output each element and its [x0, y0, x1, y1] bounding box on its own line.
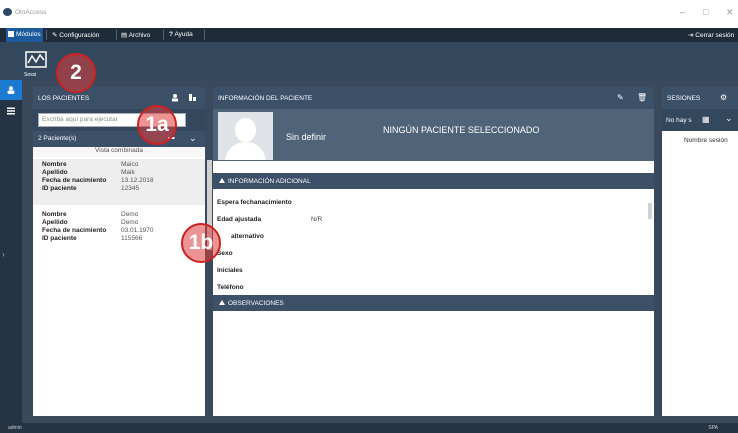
grid-icon — [8, 31, 14, 37]
sessions-filter-row: No hay s ▦ ⌄ — [662, 109, 738, 131]
collapse-arrow-icon[interactable]: › — [2, 250, 5, 259]
trash-icon[interactable]: 🗑 — [637, 93, 647, 102]
minimize-button[interactable]: – — [680, 7, 685, 17]
menu-separator — [163, 30, 164, 40]
patient-list-item[interactable]: Nombre Maico Apellido Maik Fecha de nacimi… — [33, 159, 205, 205]
callout-1b: 1b — [181, 223, 221, 263]
field-label: Iniciales — [217, 267, 243, 274]
scrollbar-thumb[interactable] — [648, 203, 652, 219]
section-additional-info[interactable]: INFORMACIÓN ADICIONAL — [213, 173, 654, 189]
collapse-icon — [219, 300, 225, 305]
patient-list-item[interactable]: Nombre Demo Apellido Demo Fecha de nacimie… — [33, 209, 205, 255]
session-name-column: Nombre sesión — [684, 137, 728, 144]
app-window: OtoAccess – □ ✕ Módulos ✎ Configuración … — [0, 0, 738, 433]
menu-separator — [204, 30, 205, 40]
patient-count-row: 2 Paciente(s) ▬ ⌄ — [33, 131, 205, 147]
menu-separator — [116, 30, 117, 40]
patient-count: 2 Paciente(s) — [38, 135, 77, 142]
chevron-down-icon[interactable]: ⌄ — [725, 113, 733, 124]
menu-modulos[interactable]: Módulos — [8, 31, 41, 38]
section-observations[interactable]: OBSERVACIONES — [213, 295, 654, 311]
sessions-panel: SESIONES ⚙ No hay s ▦ ⌄ Nombre sesión — [662, 87, 738, 416]
ribbon-toolbar — [0, 42, 738, 80]
edit-icon[interactable]: ✎ — [617, 93, 624, 102]
field-label: Edad ajustada — [217, 216, 262, 223]
app-logo-icon — [3, 8, 12, 16]
field-label: alternativo — [231, 233, 264, 240]
field-label: Teléfono — [217, 284, 244, 291]
no-patient-status: NINGÚN PACIENTE SELECCIONADO — [383, 125, 540, 135]
patient-summary — [213, 109, 654, 161]
status-bar: admin SPA — [0, 423, 738, 433]
session-button-label: Sessi — [24, 72, 37, 78]
list-icon[interactable] — [7, 107, 15, 115]
menu-configuracion[interactable]: ✎ Configuración — [52, 31, 99, 39]
sessions-filter[interactable]: No hay s — [666, 117, 692, 124]
chevron-down-icon[interactable]: ⌄ — [189, 133, 197, 144]
menu-archivo[interactable]: ▤ Archivo — [121, 31, 150, 39]
callout-2: 2 — [56, 53, 96, 93]
person-icon[interactable] — [7, 86, 15, 94]
patients-panel: LOS PACIENTES Escriba aquí para ejecutar… — [33, 87, 205, 416]
sort-icon[interactable] — [188, 93, 197, 102]
session-chart-icon[interactable] — [25, 50, 47, 72]
close-button[interactable]: ✕ — [726, 7, 734, 18]
info-panel-header: INFORMACIÓN DEL PACIENTE ✎ 🗑 — [213, 87, 654, 109]
menu-separator — [46, 30, 47, 40]
add-patient-icon[interactable] — [171, 93, 180, 102]
person-settings-icon[interactable]: ⚙ — [720, 93, 727, 102]
field-value: N/R — [311, 216, 323, 223]
field-label: Sexo — [217, 250, 233, 257]
avatar — [218, 112, 273, 160]
view-mode-label: Vista combinada — [33, 147, 205, 157]
callout-1a: 1a — [137, 105, 177, 145]
window-title: OtoAccess — [15, 9, 47, 16]
patients-panel-header: LOS PACIENTES — [33, 87, 205, 109]
status-user: admin — [8, 425, 22, 431]
status-language: SPA — [708, 425, 718, 431]
patient-info-panel: INFORMACIÓN DEL PACIENTE ✎ 🗑 Sin definir… — [213, 87, 654, 416]
logout-button[interactable]: ⇥ Cerrar sesión — [688, 31, 734, 39]
left-nav: › — [0, 80, 22, 433]
title-bar: OtoAccess – □ ✕ — [0, 0, 738, 28]
patients-panel-title: LOS PACIENTES — [38, 95, 90, 102]
info-panel-title: INFORMACIÓN DEL PACIENTE — [218, 95, 313, 102]
search-row: Escriba aquí para ejecutar — [33, 109, 205, 131]
maximize-button[interactable]: □ — [703, 7, 708, 17]
sessions-panel-header: SESIONES ⚙ — [662, 87, 738, 109]
menu-bar: Módulos ✎ Configuración ▤ Archivo ? Ayud… — [0, 28, 738, 42]
collapse-icon — [219, 178, 225, 183]
menu-ayuda[interactable]: ? Ayuda — [169, 31, 193, 38]
field-label: Espera fechanacimiento — [217, 199, 292, 206]
sessions-panel-title: SESIONES — [667, 95, 701, 102]
grid-icon[interactable]: ▦ — [702, 115, 710, 124]
patient-name: Sin definir — [286, 132, 327, 142]
